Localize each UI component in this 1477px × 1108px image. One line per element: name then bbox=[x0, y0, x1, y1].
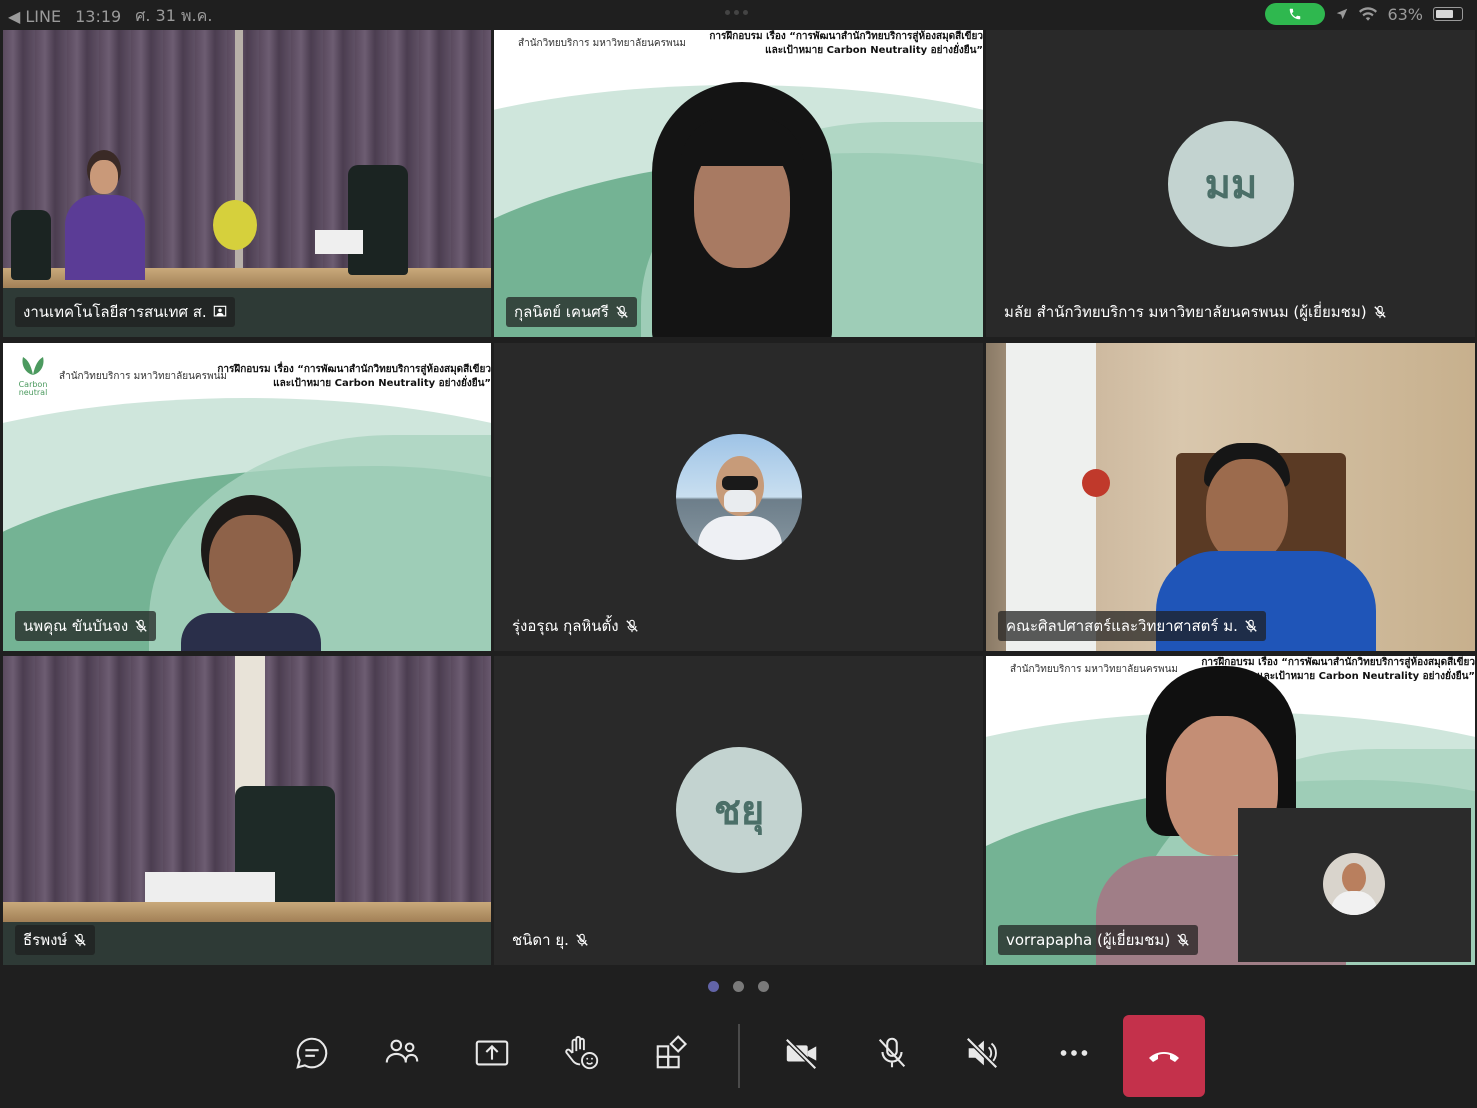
participant-tile-3[interactable]: มม มลัย สำนักวิทยบริการ มหาวิทยาลัยนครพน… bbox=[986, 30, 1475, 337]
chat-button[interactable] bbox=[283, 1024, 341, 1082]
participant-avatar: มม bbox=[1168, 121, 1294, 247]
participant-tile-6[interactable]: คณะศิลปศาสตร์และวิทยาศาสตร์ ม. bbox=[986, 343, 1475, 651]
participant-name: คณะศิลปศาสตร์และวิทยาศาสตร์ ม. bbox=[1006, 617, 1238, 635]
wall-sign bbox=[1082, 469, 1110, 497]
participant-tile-9[interactable]: สำนักวิทยบริการ มหาวิทยาลัยนครพนม การฝึก… bbox=[986, 656, 1475, 965]
participant-video-person bbox=[632, 82, 852, 337]
participant-avatar: ชยุ bbox=[676, 747, 802, 873]
participant-tile-8[interactable]: ชยุ ชนิดา ยุ. bbox=[494, 656, 983, 965]
more-icon bbox=[1060, 1050, 1088, 1056]
hang-up-icon bbox=[1149, 1052, 1179, 1062]
share-screen-button[interactable] bbox=[463, 1024, 521, 1082]
participant-name-tag: มลัย สำนักวิทยบริการ มหาวิทยาลัยนครพนม (… bbox=[998, 297, 1395, 327]
page-dot-1[interactable] bbox=[708, 981, 719, 992]
participant-tile-2[interactable]: สำนักวิทยบริการ มหาวิทยาลัยนครพนม การฝึก… bbox=[494, 30, 983, 337]
apps-button[interactable] bbox=[643, 1024, 701, 1082]
gallery-pagination bbox=[708, 981, 769, 992]
participant-name-tag: ธีรพงษ์ bbox=[15, 925, 96, 955]
participant-tile-4[interactable]: Carbon neutral สำนักวิทยบริการ มหาวิทยาล… bbox=[3, 343, 491, 651]
participant-name-tag: vorrapapha (ผู้เยี่ยมชม) bbox=[998, 925, 1199, 955]
active-call-pill[interactable] bbox=[1265, 3, 1326, 25]
mic-muted-icon bbox=[1245, 619, 1257, 633]
wifi-icon bbox=[1359, 7, 1378, 21]
apps-icon bbox=[656, 1035, 688, 1069]
mic-off-icon bbox=[878, 1037, 906, 1068]
participant-name-tag: รุ่งอรุณ กุลหินตั้ง bbox=[506, 611, 647, 641]
share-screen-icon bbox=[475, 1040, 509, 1066]
chat-icon bbox=[296, 1037, 328, 1069]
battery-icon bbox=[1433, 7, 1463, 21]
participant-name: งานเทคโนโลยีสารสนเทศ ส. bbox=[23, 303, 207, 321]
multitask-handle[interactable] bbox=[725, 10, 748, 15]
participants-button[interactable] bbox=[373, 1024, 431, 1082]
people-icon bbox=[385, 1039, 419, 1063]
slide-title: การฝึกอบรม เรื่อง “การพัฒนาสำนักวิทยบริก… bbox=[217, 363, 491, 391]
camera-toggle-button[interactable] bbox=[773, 1024, 831, 1082]
participant-avatar-photo bbox=[676, 434, 802, 560]
participant-name-tag: งานเทคโนโลยีสารสนเทศ ส. bbox=[15, 297, 235, 327]
status-time: 13:19 bbox=[75, 7, 122, 26]
slide-title-line-1: การฝึกอบรม เรื่อง “การพัฒนาสำนักวิทยบริก… bbox=[217, 364, 491, 375]
participant-video-person bbox=[181, 495, 321, 651]
slide-title-line-2: และเป้าหมาย Carbon Neutrality อย่างยั่งย… bbox=[765, 45, 983, 56]
participant-name-tag: ชนิดา ยุ. bbox=[506, 925, 597, 955]
reactions-button[interactable] bbox=[553, 1024, 611, 1082]
flower-vase bbox=[213, 200, 257, 250]
slide-title-line-2: และเป้าหมาย Carbon Neutrality อย่างยั่งย… bbox=[273, 378, 491, 389]
raise-hand-icon bbox=[565, 1035, 599, 1070]
mic-muted-icon bbox=[74, 933, 87, 947]
participant-name-tag: กุลนิตย์ เคนศรี bbox=[506, 297, 637, 327]
participant-name: มลัย สำนักวิทยบริการ มหาวิทยาลัยนครพนม (… bbox=[1004, 303, 1367, 321]
back-to-app-link[interactable]: ◀ LINE bbox=[8, 7, 61, 26]
participant-tile-7[interactable]: ธีรพงษ์ bbox=[3, 656, 491, 965]
toolbar-divider bbox=[738, 1024, 740, 1088]
participant-tile-1[interactable]: งานเทคโนโลยีสารสนเทศ ส. bbox=[3, 30, 491, 337]
participant-name: รุ่งอรุณ กุลหินตั้ง bbox=[512, 617, 619, 635]
participant-name: กุลนิตย์ เคนศรี bbox=[514, 303, 609, 321]
mic-toggle-button[interactable] bbox=[863, 1024, 921, 1082]
mic-muted-icon bbox=[616, 305, 628, 319]
participant-name: ชนิดา ยุ. bbox=[512, 931, 569, 949]
carbon-neutral-logo: Carbon neutral bbox=[15, 353, 51, 397]
participant-name-tag: คณะศิลปศาสตร์และวิทยาศาสตร์ ม. bbox=[998, 611, 1266, 641]
phone-icon bbox=[1290, 8, 1301, 20]
page-dot-2[interactable] bbox=[733, 981, 744, 992]
name-plate bbox=[315, 230, 363, 254]
self-avatar bbox=[1323, 853, 1385, 915]
presenter-icon bbox=[213, 305, 226, 317]
mic-muted-icon bbox=[135, 619, 147, 633]
call-toolbar bbox=[0, 1010, 1477, 1108]
self-view-preview[interactable] bbox=[1238, 808, 1471, 962]
mic-muted-icon bbox=[625, 619, 638, 633]
participant-tile-5[interactable]: รุ่งอรุณ กุลหินตั้ง bbox=[494, 343, 983, 651]
hang-up-button[interactable] bbox=[1123, 1015, 1205, 1097]
speaker-off-icon bbox=[966, 1037, 998, 1069]
battery-percent: 63% bbox=[1387, 4, 1423, 24]
slide-title-line-1: การฝึกอบรม เรื่อง “การพัฒนาสำนักวิทยบริก… bbox=[709, 31, 983, 42]
participant-name-tag: นพคุณ ขันบันจง bbox=[15, 611, 157, 641]
slide-title: การฝึกอบรม เรื่อง “การพัฒนาสำนักวิทยบริก… bbox=[709, 30, 983, 58]
slide-org-text: สำนักวิทยบริการ มหาวิทยาลัยนครพนม bbox=[59, 371, 227, 382]
mic-muted-icon bbox=[1373, 305, 1386, 319]
participant-video-person bbox=[65, 150, 145, 280]
participant-name: vorrapapha (ผู้เยี่ยมชม) bbox=[1006, 931, 1171, 949]
more-options-button[interactable] bbox=[1045, 1024, 1103, 1082]
status-date: ศ. 31 พ.ค. bbox=[135, 6, 213, 25]
participant-name: ธีรพงษ์ bbox=[23, 931, 68, 949]
location-icon bbox=[1337, 8, 1348, 20]
mic-muted-icon bbox=[576, 933, 588, 947]
speaker-toggle-button[interactable] bbox=[953, 1024, 1011, 1082]
camera-off-icon bbox=[785, 1038, 817, 1070]
page-dot-3[interactable] bbox=[758, 981, 769, 992]
mic-muted-icon bbox=[1177, 933, 1189, 947]
status-bar: ◀ LINE 13:19 ศ. 31 พ.ค. 63% bbox=[0, 0, 1477, 28]
participant-name: นพคุณ ขันบันจง bbox=[23, 617, 129, 635]
slide-org-text: สำนักวิทยบริการ มหาวิทยาลัยนครพนม bbox=[518, 38, 686, 49]
